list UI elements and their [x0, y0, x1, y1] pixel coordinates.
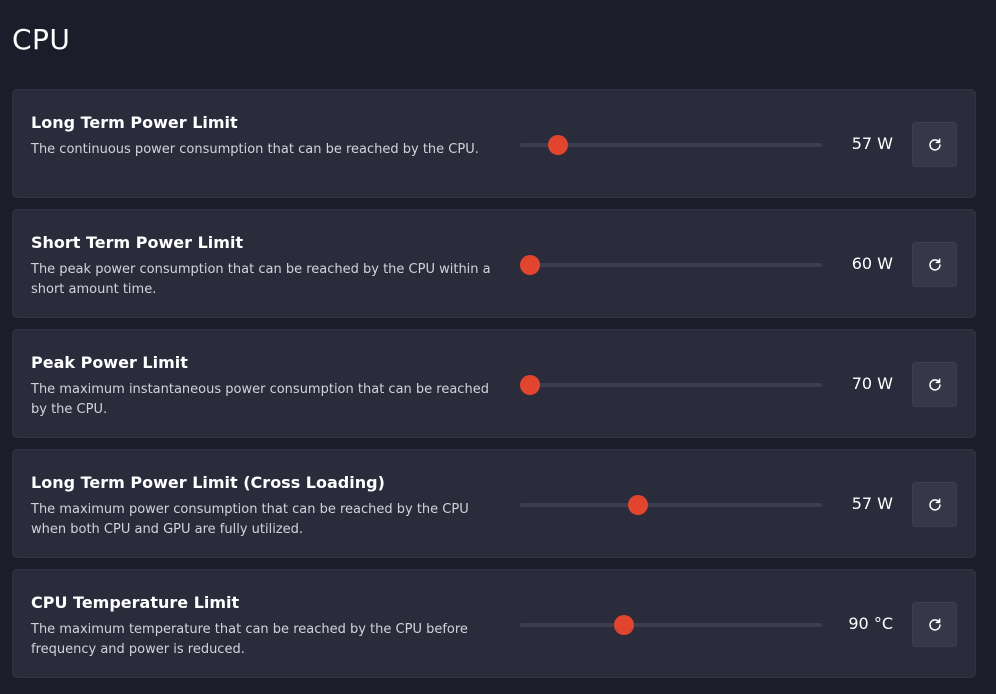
settings-list: Long Term Power Limit The continuous pow… — [12, 89, 976, 689]
setting-title: Short Term Power Limit — [31, 233, 244, 252]
slider-track[interactable] — [520, 383, 822, 387]
page-title: CPU — [12, 23, 71, 56]
reset-icon — [928, 617, 941, 631]
setting-title: Long Term Power Limit — [31, 113, 238, 132]
cross-loading-power-limit-slider[interactable] — [520, 494, 822, 516]
setting-title: Long Term Power Limit (Cross Loading) — [31, 473, 385, 492]
setting-card-peak-power-limit: Peak Power Limit The maximum instantaneo… — [12, 329, 976, 438]
setting-description: The peak power consumption that can be r… — [31, 262, 491, 297]
setting-value: 90 °C — [848, 614, 893, 633]
reset-button[interactable] — [912, 482, 957, 527]
setting-card-short-term-power-limit: Short Term Power Limit The peak power co… — [12, 209, 976, 318]
setting-description: The maximum instantaneous power consumpt… — [31, 382, 489, 417]
slider-thumb[interactable] — [519, 375, 540, 395]
setting-card-long-term-power-limit: Long Term Power Limit The continuous pow… — [12, 89, 976, 198]
slider-track[interactable] — [520, 623, 822, 627]
setting-description: The continuous power consumption that ca… — [31, 142, 479, 157]
setting-card-cross-loading-power-limit: Long Term Power Limit (Cross Loading) Th… — [12, 449, 976, 558]
setting-value: 60 W — [851, 254, 893, 273]
reset-button[interactable] — [912, 362, 957, 407]
peak-power-limit-slider[interactable] — [519, 374, 822, 396]
slider-thumb[interactable] — [519, 255, 540, 275]
setting-description: The maximum temperature that can be reac… — [31, 622, 468, 657]
slider-track[interactable] — [520, 263, 822, 267]
setting-value: 57 W — [851, 494, 893, 513]
setting-value: 70 W — [851, 374, 893, 393]
reset-button[interactable] — [912, 602, 957, 647]
setting-title: CPU Temperature Limit — [31, 593, 240, 612]
setting-value: 57 W — [851, 134, 893, 153]
setting-description: The maximum power consumption that can b… — [31, 502, 469, 537]
setting-title: Peak Power Limit — [31, 353, 188, 372]
reset-icon — [928, 137, 941, 151]
slider-thumb[interactable] — [614, 615, 635, 635]
cpu-temperature-limit-slider[interactable] — [520, 614, 822, 636]
slider-thumb[interactable] — [627, 495, 648, 515]
reset-icon — [928, 257, 941, 271]
reset-icon — [928, 377, 941, 391]
long-term-power-limit-slider[interactable] — [520, 134, 822, 156]
setting-card-cpu-temperature-limit: CPU Temperature Limit The maximum temper… — [12, 569, 976, 678]
reset-button[interactable] — [912, 122, 957, 167]
slider-thumb[interactable] — [547, 135, 568, 155]
reset-icon — [928, 497, 941, 511]
reset-button[interactable] — [912, 242, 957, 287]
slider-track[interactable] — [520, 503, 822, 507]
short-term-power-limit-slider[interactable] — [519, 254, 822, 276]
